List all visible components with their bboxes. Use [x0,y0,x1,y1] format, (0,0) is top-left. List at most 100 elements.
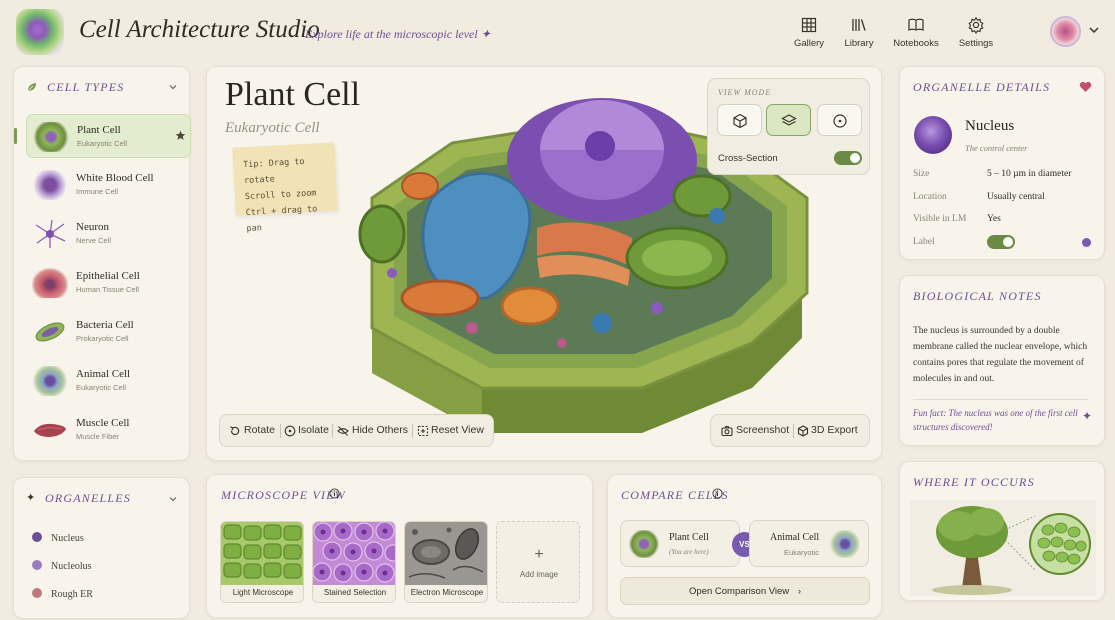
microscope-card-light[interactable]: Light Microscope [220,521,304,603]
toolbar-divider [793,424,794,438]
plant-cell-thumbnail [629,530,659,558]
chevron-down-icon[interactable] [168,494,178,504]
info-icon[interactable] [712,488,723,499]
organelle-details-title: ORGANELLE DETAILS [913,80,1051,94]
cube-icon [797,425,809,437]
toolbar-divider [280,424,281,438]
cell-type-sub: Eukaryotic Cell [76,383,127,392]
bacteria-thumbnail [35,322,65,342]
cell-type-name: Bacteria Cell [76,319,134,331]
animal-cell-thumbnail [830,530,860,558]
compare-card-right[interactable]: Animal Cell Eukaryotic [749,520,869,567]
nav-notebooks[interactable]: Notebooks [886,16,946,49]
microscope-card-label: Stained Selection [323,588,387,597]
info-icon[interactable] [329,488,340,499]
cell-subtitle: Eukaryotic Cell [225,120,320,136]
microscope-card-label: Electron Microscope [410,588,484,597]
view-mode-solid-button[interactable] [717,104,762,136]
organelles-title: ORGANELLES [45,491,132,505]
cell-type-plant[interactable]: Plant Cell Eukaryotic Cell [26,114,191,158]
organelle-item[interactable]: Rough ER [32,588,93,600]
compare-card-left[interactable]: Plant Cell (You are here) [620,520,740,567]
cell-type-white-blood[interactable]: White Blood Cell Immune Cell [26,163,191,207]
detail-key: Size [913,169,930,179]
organelles-panel: ✦ ORGANELLES Nucleus Nucleolus Rough ER [13,477,190,619]
stained-selection-image [313,522,395,585]
detail-value: Yes [987,214,1001,224]
isolate-icon [284,425,296,437]
user-avatar[interactable] [1050,16,1081,47]
organelle-item[interactable]: Nucleus [32,532,84,544]
animal-cell-thumbnail [32,366,68,396]
cell-type-sub: Nerve Cell [76,236,112,245]
nav-settings[interactable]: Settings [946,16,1006,49]
biological-notes-panel: BIOLOGICAL NOTES The nucleus is surround… [899,275,1105,446]
app-tagline: Explore life at the microscopic level ✦ [305,27,491,41]
cell-type-epithelial[interactable]: Epithelial Cell Human Tissue Cell [26,261,191,305]
organelle-name: Nucleolus [51,561,92,572]
screenshot-button[interactable]: Screenshot [736,424,789,436]
cell-type-sub: Prokaryotic Cell [76,334,129,343]
where-title: WHERE IT OCCURS [913,475,1035,489]
open-comparison-button[interactable]: Open Comparison View › [620,577,870,605]
cell-types-panel: CELL TYPES Plant Cell Eukaryotic Cell Wh… [13,66,191,461]
tree-illustration [910,500,1096,596]
view-mode-title: VIEW MODE [718,88,772,97]
view-mode-layers-button[interactable] [766,104,811,136]
cell-type-sub: Human Tissue Cell [76,285,139,294]
microscope-card-electron[interactable]: Electron Microscope [404,521,488,603]
active-indicator [14,128,17,144]
cell-type-sub: Immune Cell [76,187,119,196]
where-it-occurs-panel: WHERE IT OCCURS [899,461,1105,601]
plant-cell-thumbnail [33,122,69,152]
notes-text: The nucleus is surrounded by a double me… [913,326,1088,384]
detail-key: Location [913,192,947,202]
isolate-button[interactable]: Isolate [298,424,329,436]
cell-type-bacteria[interactable]: Bacteria Cell Prokaryotic Cell [26,310,191,354]
cell-type-name: Epithelial Cell [76,270,140,282]
nav-library-label: Library [844,38,874,49]
notes-divider [913,399,1088,400]
layers-icon [781,114,797,126]
compare-left-sub: (You are here) [669,548,709,556]
rotate-button[interactable]: Rotate [244,424,275,436]
nav-settings-label: Settings [958,38,994,49]
sparkle-icon: ✦ [1082,409,1093,423]
nav-notebooks-label: Notebooks [893,38,939,49]
star-icon[interactable] [175,130,186,141]
label-toggle[interactable] [987,235,1015,249]
cell-type-muscle[interactable]: Muscle Cell Muscle Fiber [26,408,191,452]
detail-key: Label [913,237,935,247]
muscle-cell-thumbnail [34,423,66,437]
cell-type-animal[interactable]: Animal Cell Eukaryotic Cell [26,359,191,403]
cell-type-name: White Blood Cell [76,172,154,184]
view-mode-focus-button[interactable] [817,104,862,136]
cell-type-neuron[interactable]: Neuron Nerve Cell [26,212,191,256]
cell-type-sub: Muscle Fiber [76,432,119,441]
export-toolbar: Screenshot 3D Export [710,414,870,447]
cube-icon [733,113,747,129]
chevron-down-icon[interactable] [168,82,178,92]
heart-icon[interactable] [1079,81,1092,93]
hide-others-button[interactable]: Hide Others [352,424,408,436]
microscope-card-label: Light Microscope [232,588,294,597]
cell-type-name: Animal Cell [76,368,131,380]
viewer-toolbar: Rotate Isolate Hide Others Reset View [219,414,494,447]
app-title: Cell Architecture Studio [79,16,320,43]
cross-section-toggle[interactable] [834,151,862,165]
compare-right-sub: Eukaryotic [784,548,820,557]
3d-export-button[interactable]: 3D Export [811,424,858,436]
toolbar-divider [332,424,333,438]
chevron-down-icon[interactable] [1088,24,1100,36]
add-image-button[interactable]: + Add image [496,521,580,603]
label-color-dot[interactable] [1082,238,1091,247]
add-image-label: Add image [519,570,559,579]
notes-title: BIOLOGICAL NOTES [913,289,1042,303]
nav-library[interactable]: Library [829,16,889,49]
compare-right-name: Animal Cell [770,532,820,543]
microscope-card-stained[interactable]: Stained Selection [312,521,396,603]
cross-section-label: Cross-Section [718,153,778,164]
plus-icon: + [534,546,544,563]
reset-view-button[interactable]: Reset View [431,424,484,436]
organelle-item[interactable]: Nucleolus [32,560,92,572]
